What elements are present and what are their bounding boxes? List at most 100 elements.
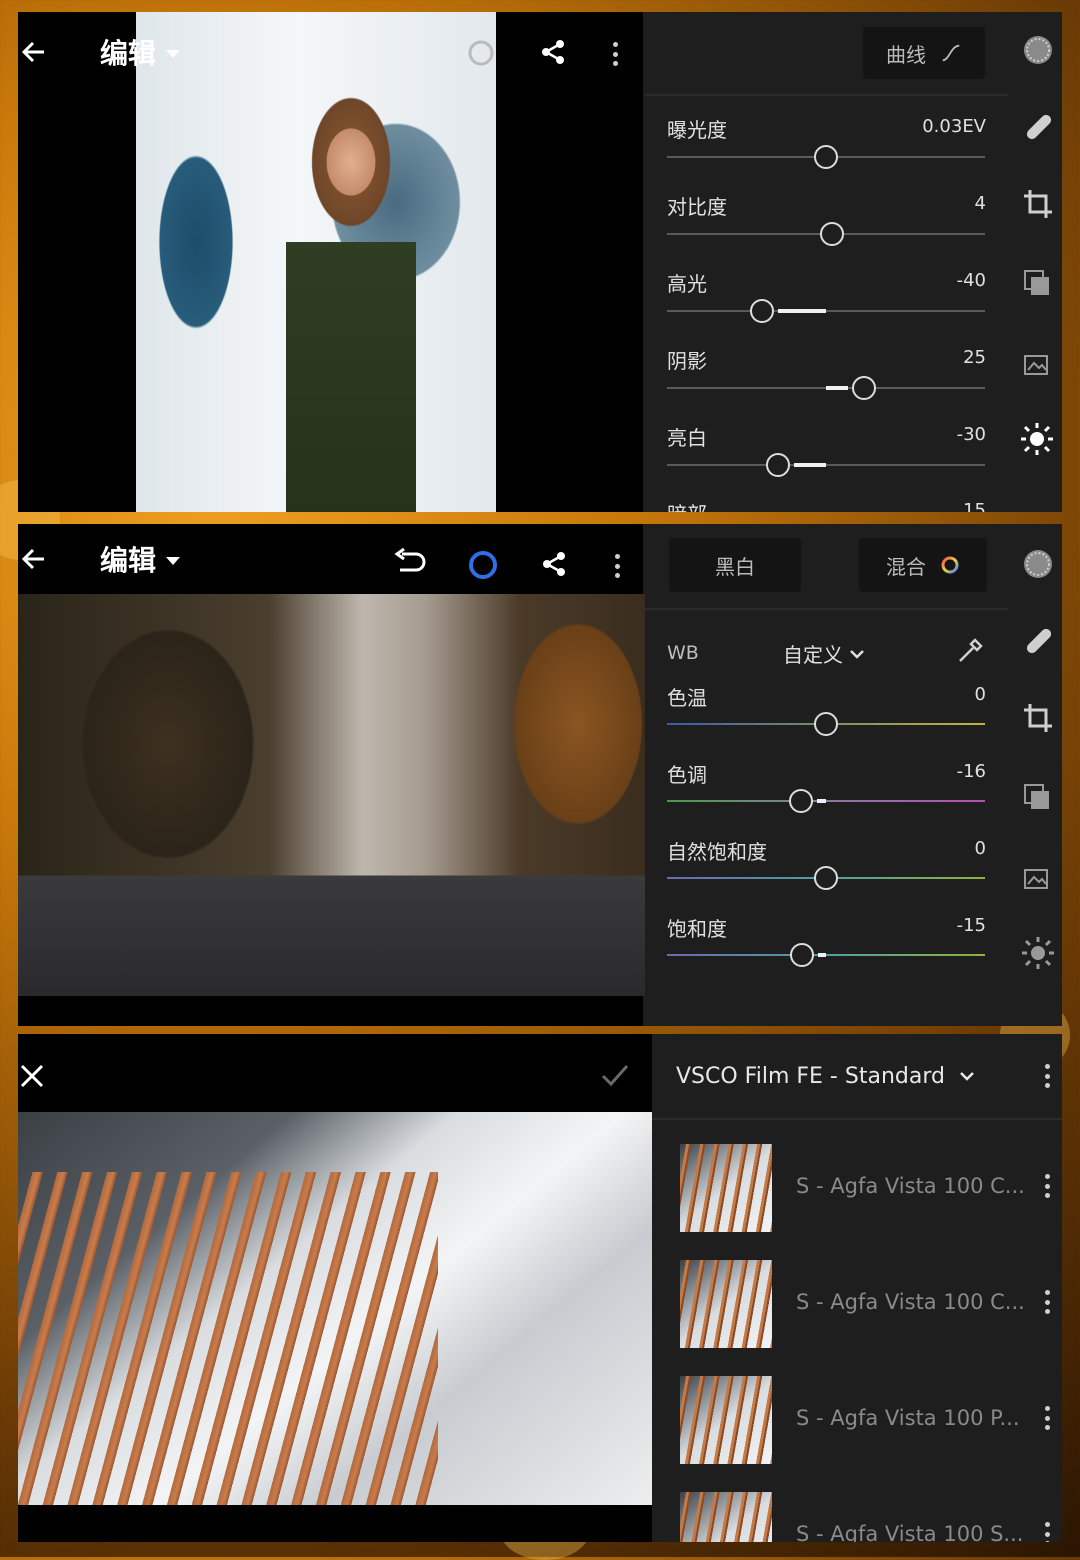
preset-item[interactable]: S - Agfa Vista 100 P...	[652, 1368, 1062, 1468]
curve-icon	[942, 44, 960, 62]
adjust-slider[interactable]	[667, 453, 985, 477]
light-sun-icon[interactable]	[1020, 422, 1054, 456]
close-icon[interactable]	[18, 1062, 46, 1090]
preset-group-title: VSCO Film FE - Standard	[676, 1063, 945, 1089]
title-text: 编辑	[100, 544, 157, 577]
checkmark-icon[interactable]	[600, 1062, 630, 1090]
slider-value: 4	[974, 193, 986, 214]
edit-panel-color: 编辑 黑白 混合 WB 自定义 色温 0 色调 -16 自然饱和度 0 饱和度 …	[18, 524, 1062, 1026]
page-title[interactable]: 编辑	[100, 539, 181, 579]
slider-value: 0.03EV	[922, 116, 986, 137]
more-menu-icon[interactable]	[1044, 1522, 1050, 1542]
slider-value: 0	[974, 838, 986, 859]
chevron-down-icon	[960, 1072, 974, 1081]
adjust-slider[interactable]	[667, 866, 985, 890]
curve-button[interactable]: 曲线	[863, 27, 985, 79]
slider-label: 高光	[667, 272, 707, 296]
preset-thumbnail	[680, 1376, 772, 1464]
slider-thumb[interactable]	[820, 222, 845, 246]
slider-thumb[interactable]	[814, 145, 838, 169]
adjust-slider[interactable]	[667, 299, 985, 323]
color-wheel-icon	[941, 556, 959, 574]
slider-track	[667, 954, 985, 956]
auto-icon[interactable]	[1022, 348, 1052, 378]
healing-icon[interactable]	[1022, 624, 1056, 658]
preset-item[interactable]: S - Agfa Vista 100 C...	[652, 1136, 1062, 1236]
slider-fill	[794, 463, 826, 467]
adjust-slider[interactable]	[667, 222, 985, 246]
slider-thumb[interactable]	[788, 789, 813, 813]
preset-name: S - Agfa Vista 100 P...	[796, 1406, 1020, 1430]
profile-icon[interactable]	[1022, 34, 1054, 66]
preset-group-header[interactable]: VSCO Film FE - Standard	[652, 1034, 1062, 1120]
presets-icon[interactable]	[1022, 782, 1052, 812]
divider	[645, 608, 1008, 610]
wb-mode-value: 自定义	[783, 643, 843, 667]
mix-label: 混合	[886, 554, 926, 579]
bw-button[interactable]: 黑白	[669, 538, 801, 592]
preset-name: S - Agfa Vista 100 C...	[796, 1174, 1025, 1198]
chevron-down-icon	[166, 50, 181, 58]
tool-column	[1013, 12, 1062, 512]
mix-button[interactable]: 混合	[859, 538, 987, 592]
slider-fill	[818, 953, 826, 957]
slider-label: 阴影	[667, 349, 707, 373]
slider-label: 饱和度	[667, 917, 727, 941]
slider-thumb[interactable]	[790, 943, 815, 967]
profile-icon[interactable]	[1022, 548, 1054, 580]
adjust-slider[interactable]	[667, 943, 985, 967]
adjust-slider[interactable]	[667, 145, 985, 169]
more-menu-icon[interactable]	[1044, 1290, 1050, 1314]
slider-thumb[interactable]	[814, 866, 838, 890]
preset-thumbnail	[680, 1260, 772, 1348]
slider-thumb[interactable]	[750, 299, 775, 323]
slider-thumb[interactable]	[852, 376, 877, 400]
sticks-photo	[18, 1112, 652, 1505]
slider-track	[667, 800, 985, 802]
presets-icon[interactable]	[1022, 268, 1052, 298]
light-sun-icon[interactable]	[1021, 936, 1055, 970]
slider-label: 自然饱和度	[667, 840, 767, 864]
slider-fill	[816, 799, 826, 803]
slider-thumb[interactable]	[766, 453, 791, 477]
slider-value: 25	[963, 347, 986, 368]
slider-fill	[826, 386, 849, 390]
preset-item[interactable]: S - Agfa Vista 100 S...	[652, 1484, 1062, 1542]
slider-label: 曝光度	[667, 118, 727, 142]
bw-label: 黑白	[715, 554, 755, 579]
slider-label: 色调	[667, 763, 707, 787]
adjust-slider[interactable]	[667, 789, 985, 813]
crop-icon[interactable]	[1022, 188, 1054, 220]
slider-label: 色温	[667, 686, 707, 710]
divider	[645, 94, 1008, 96]
slider-fill	[778, 309, 826, 313]
chevron-down-icon	[850, 649, 864, 659]
slider-track	[667, 310, 985, 312]
back-arrow-icon[interactable]	[20, 38, 48, 66]
top-bar: 编辑	[18, 12, 643, 92]
healing-icon[interactable]	[1022, 110, 1056, 144]
back-arrow-icon[interactable]	[20, 545, 48, 573]
crop-icon[interactable]	[1022, 702, 1054, 734]
more-menu-icon[interactable]	[1044, 1406, 1050, 1430]
more-menu-icon[interactable]	[1044, 1064, 1050, 1088]
preset-thumbnail	[680, 1492, 772, 1542]
photo-area	[18, 524, 645, 1026]
top-bar: 编辑	[18, 524, 643, 594]
wb-mode-select[interactable]: 自定义	[783, 639, 865, 668]
eyedropper-icon[interactable]	[955, 636, 985, 666]
edit-panel-light: 编辑 曲线 曝光度 0.03EV 对比度 4 高光 -40 阴影 25 亮白 -…	[18, 12, 1062, 512]
slider-value: -16	[956, 761, 986, 782]
preset-item[interactable]: S - Agfa Vista 100 C...	[652, 1252, 1062, 1352]
photo-area	[18, 1034, 652, 1542]
slider-thumb[interactable]	[814, 712, 838, 736]
slider-value: 0	[974, 684, 986, 705]
adjust-slider[interactable]	[667, 376, 985, 400]
slider-value: -30	[956, 424, 986, 445]
auto-icon[interactable]	[1022, 862, 1052, 892]
more-menu-icon[interactable]	[1044, 1174, 1050, 1198]
adjust-slider[interactable]	[667, 712, 985, 736]
preset-name: S - Agfa Vista 100 S...	[796, 1522, 1024, 1542]
page-title[interactable]: 编辑	[100, 32, 181, 72]
slider-label: 暗部	[667, 498, 707, 512]
